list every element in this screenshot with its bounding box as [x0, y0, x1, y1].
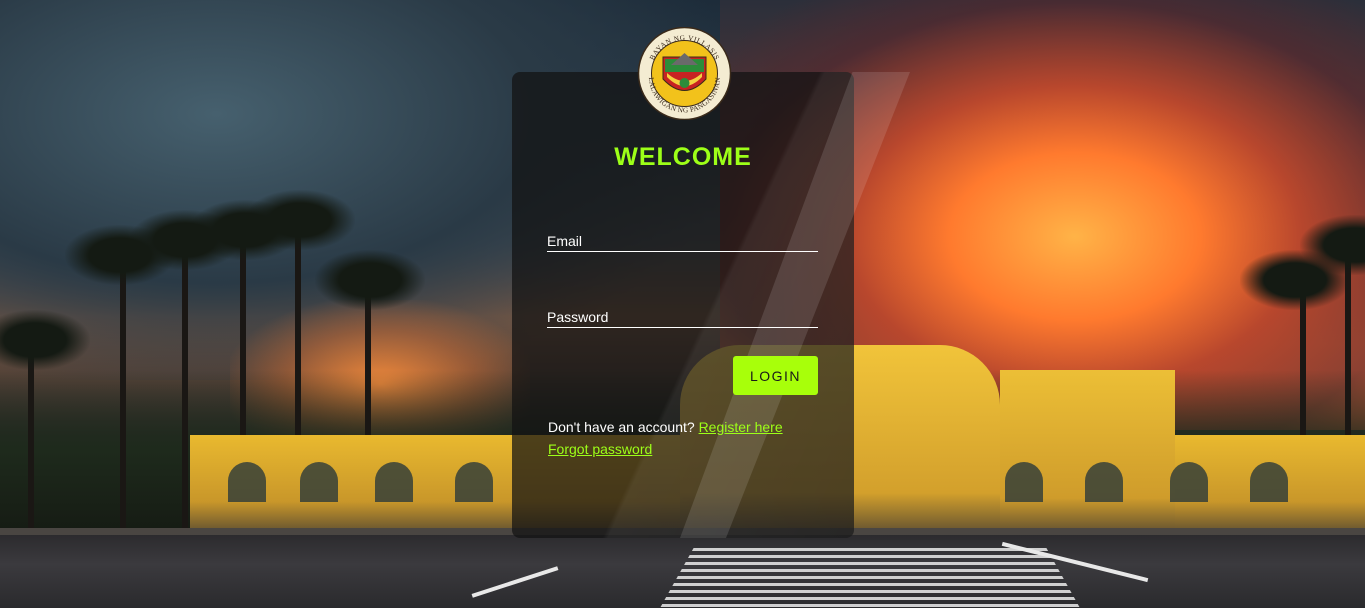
- palm-crown: [0, 310, 90, 370]
- arched-window: [1250, 462, 1288, 502]
- email-field[interactable]: Email: [547, 231, 822, 253]
- arched-window: [1005, 462, 1043, 502]
- municipal-seal-logo: BAYAN NG VILLASIS LALAWIGAN NG PANGASINA…: [637, 27, 732, 120]
- town-hall-wing: [1000, 370, 1175, 530]
- arched-window: [300, 462, 338, 502]
- login-button[interactable]: LOGIN: [733, 356, 818, 395]
- arched-window: [375, 462, 413, 502]
- arched-window: [1170, 462, 1208, 502]
- email-input[interactable]: [547, 231, 822, 253]
- register-link[interactable]: Register here: [699, 419, 783, 435]
- palm-trunk: [120, 260, 126, 530]
- welcome-heading: WELCOME: [614, 143, 752, 171]
- crosswalk: [660, 548, 1080, 608]
- palm-crown: [245, 190, 355, 250]
- password-input[interactable]: [547, 307, 822, 329]
- palm-trunk: [182, 250, 188, 530]
- arched-window: [455, 462, 493, 502]
- register-prompt-text: Don't have an account?: [548, 419, 695, 435]
- password-field[interactable]: Password: [547, 307, 822, 329]
- palm-crown: [1300, 215, 1365, 275]
- register-prompt-line: Don't have an account? Register here: [548, 419, 783, 435]
- arched-window: [228, 462, 266, 502]
- palm-crown: [315, 250, 425, 310]
- forgot-password-link[interactable]: Forgot password: [548, 441, 652, 457]
- arched-window: [1085, 462, 1123, 502]
